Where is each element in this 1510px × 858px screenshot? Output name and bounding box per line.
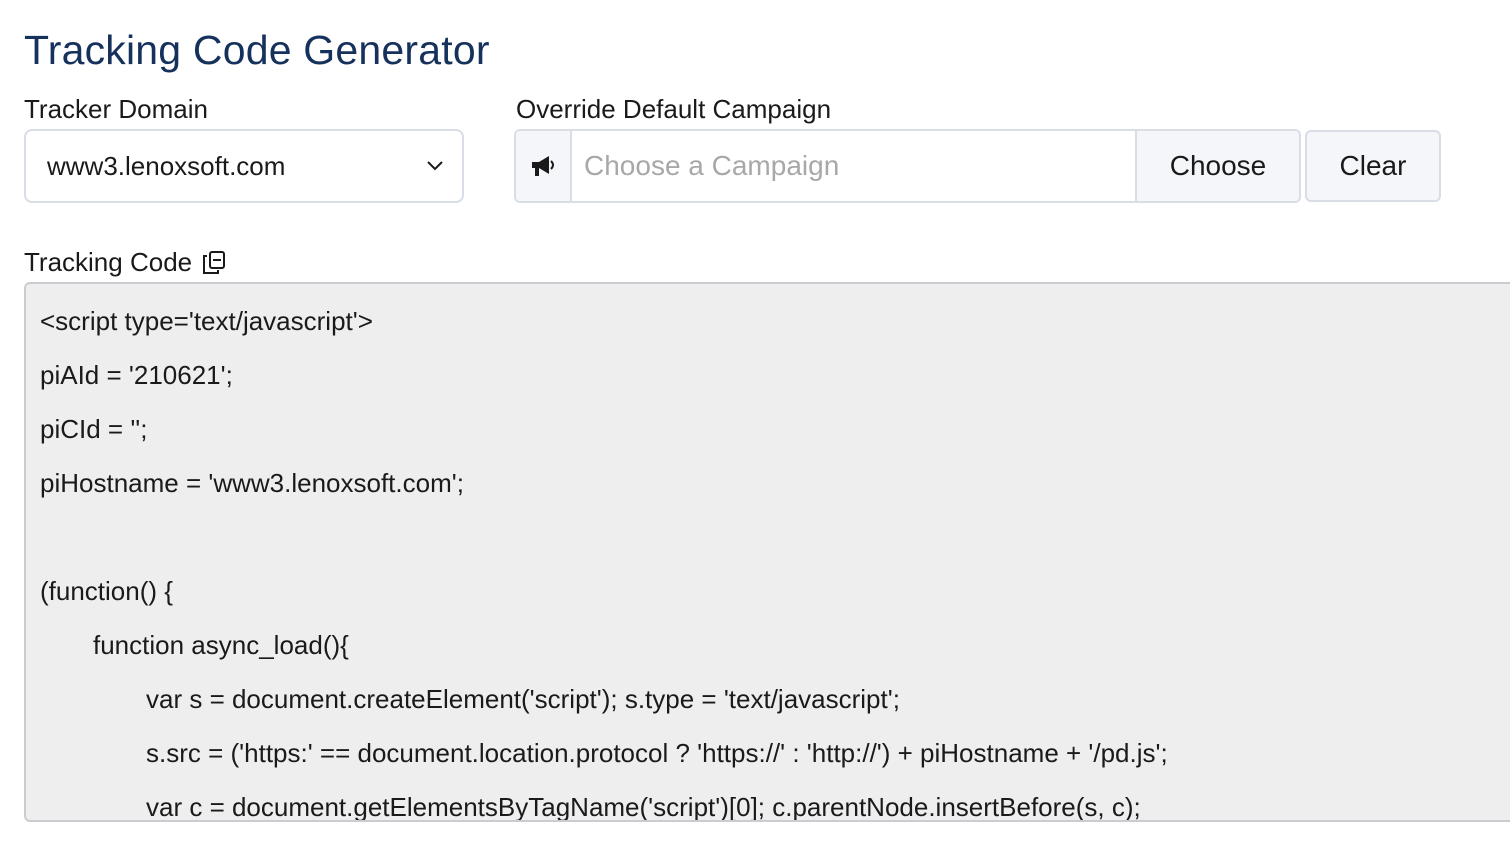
code-line: s.src = ('https:' == document.location.p… bbox=[146, 738, 1168, 768]
tracking-code-generator-page: Tracking Code Generator Tracker Domain w… bbox=[0, 0, 1510, 858]
chevron-down-icon bbox=[426, 157, 444, 175]
tracking-code-label: Tracking Code bbox=[24, 247, 193, 277]
megaphone-icon bbox=[516, 131, 572, 201]
tracking-code-label-row: Tracking Code bbox=[24, 246, 228, 278]
tracker-domain-value: www3.lenoxsoft.com bbox=[47, 150, 286, 181]
code-line: (function() { bbox=[40, 576, 173, 606]
code-line: piHostname = 'www3.lenoxsoft.com'; bbox=[40, 468, 464, 498]
choose-button[interactable]: Choose bbox=[1135, 131, 1299, 201]
campaign-input[interactable] bbox=[572, 131, 1135, 201]
code-line: <script type='text/javascript'> bbox=[40, 306, 373, 336]
tracking-code-textarea[interactable]: <script type='text/javascript'> piAId = … bbox=[24, 282, 1510, 822]
code-line: piAId = '210621'; bbox=[40, 360, 233, 390]
tracker-domain-select[interactable]: www3.lenoxsoft.com bbox=[24, 129, 464, 203]
campaign-input-group: Choose bbox=[514, 129, 1301, 203]
tracker-domain-label: Tracker Domain bbox=[24, 94, 208, 124]
code-line: piCId = ''; bbox=[40, 414, 148, 444]
code-line: var c = document.getElementsByTagName('s… bbox=[146, 792, 1141, 822]
code-line: var s = document.createElement('script')… bbox=[146, 684, 900, 714]
override-campaign-label: Override Default Campaign bbox=[516, 94, 832, 124]
copy-icon[interactable] bbox=[200, 248, 228, 276]
clear-button[interactable]: Clear bbox=[1305, 130, 1441, 202]
code-line: function async_load(){ bbox=[93, 630, 349, 660]
page-title: Tracking Code Generator bbox=[24, 27, 490, 73]
